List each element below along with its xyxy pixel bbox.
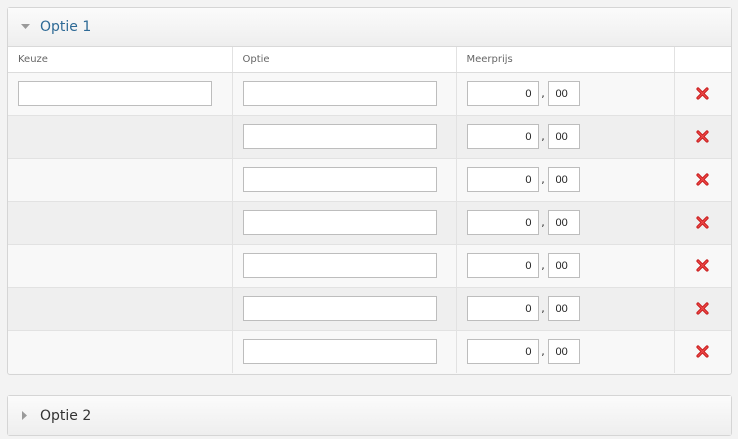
keuze-cell bbox=[8, 287, 233, 331]
option-panel-1: Optie 1 Keuze Optie Meerprijs ,,,,,,, bbox=[7, 7, 732, 375]
price-whole-input[interactable] bbox=[466, 210, 539, 235]
price-cents-input[interactable] bbox=[547, 339, 580, 365]
keuze-cell bbox=[8, 244, 233, 288]
meerprijs-cell: , bbox=[456, 287, 675, 331]
table-header-row: Keuze Optie Meerprijs bbox=[8, 47, 731, 73]
price-group: , bbox=[466, 167, 674, 192]
delete-x-icon[interactable] bbox=[696, 259, 709, 272]
column-header-actions bbox=[674, 47, 731, 73]
price-whole-input[interactable] bbox=[466, 81, 539, 106]
decimal-separator: , bbox=[541, 345, 545, 359]
meerprijs-cell: , bbox=[456, 72, 675, 116]
keuze-cell bbox=[8, 72, 233, 116]
caret-down-icon[interactable] bbox=[20, 22, 30, 32]
panel-header-optie-1[interactable]: Optie 1 bbox=[8, 8, 731, 47]
table-row: , bbox=[8, 115, 732, 159]
panel-title: Optie 1 bbox=[40, 19, 92, 35]
delete-row-button[interactable] bbox=[675, 345, 732, 358]
keuze-cell bbox=[8, 330, 233, 373]
optie-input[interactable] bbox=[242, 253, 437, 278]
price-group: , bbox=[466, 296, 674, 321]
price-group: , bbox=[466, 253, 674, 278]
decimal-separator: , bbox=[541, 173, 545, 186]
optie-input[interactable] bbox=[242, 124, 437, 149]
table-row: , bbox=[8, 158, 732, 202]
actions-cell bbox=[674, 115, 732, 159]
meerprijs-cell: , bbox=[456, 158, 675, 202]
price-cents-input[interactable] bbox=[547, 167, 580, 192]
optie-cell bbox=[232, 330, 457, 373]
price-group: , bbox=[466, 339, 674, 365]
price-whole-input[interactable] bbox=[466, 124, 539, 149]
panel-header-optie-2[interactable]: Optie 2 bbox=[8, 396, 731, 435]
options-table: Keuze Optie Meerprijs ,,,,,,, bbox=[8, 47, 731, 373]
delete-row-button[interactable] bbox=[675, 216, 732, 229]
optie-cell bbox=[232, 115, 457, 159]
table-row: , bbox=[8, 244, 732, 288]
keuze-cell bbox=[8, 158, 233, 202]
optie-cell bbox=[232, 158, 457, 202]
actions-cell bbox=[674, 287, 732, 331]
price-group: , bbox=[466, 81, 674, 106]
caret-right-icon[interactable] bbox=[20, 411, 30, 421]
actions-cell bbox=[674, 244, 732, 288]
delete-row-button[interactable] bbox=[675, 173, 732, 186]
keuze-cell bbox=[8, 201, 233, 245]
price-cents-input[interactable] bbox=[547, 210, 580, 235]
optie-input[interactable] bbox=[242, 339, 437, 365]
delete-row-button[interactable] bbox=[675, 259, 732, 272]
price-cents-input[interactable] bbox=[547, 81, 580, 106]
optie-cell bbox=[232, 72, 457, 116]
delete-x-icon[interactable] bbox=[696, 87, 709, 100]
keuze-cell bbox=[8, 115, 233, 159]
price-whole-input[interactable] bbox=[466, 296, 539, 321]
table-row: , bbox=[8, 201, 732, 245]
optie-input[interactable] bbox=[242, 210, 437, 235]
decimal-separator: , bbox=[541, 216, 545, 229]
delete-x-icon[interactable] bbox=[696, 302, 709, 315]
meerprijs-cell: , bbox=[456, 330, 675, 373]
price-cents-input[interactable] bbox=[547, 296, 580, 321]
table-row: , bbox=[8, 287, 732, 331]
delete-row-button[interactable] bbox=[675, 130, 732, 143]
panel-title: Optie 2 bbox=[40, 407, 92, 424]
option-panel-2: Optie 2 bbox=[7, 395, 732, 436]
decimal-separator: , bbox=[541, 130, 545, 143]
column-header-optie: Optie bbox=[232, 47, 457, 73]
decimal-separator: , bbox=[541, 302, 545, 315]
price-group: , bbox=[466, 124, 674, 149]
price-cents-input[interactable] bbox=[547, 124, 580, 149]
price-whole-input[interactable] bbox=[466, 167, 539, 192]
meerprijs-cell: , bbox=[456, 115, 675, 159]
table-row: , bbox=[8, 72, 732, 116]
decimal-separator: , bbox=[541, 259, 545, 272]
optie-input[interactable] bbox=[242, 81, 437, 106]
optie-input[interactable] bbox=[242, 167, 437, 192]
keuze-input[interactable] bbox=[18, 81, 212, 106]
decimal-separator: , bbox=[541, 87, 545, 100]
actions-cell bbox=[674, 72, 732, 116]
optie-cell bbox=[232, 287, 457, 331]
delete-x-icon[interactable] bbox=[696, 130, 709, 143]
delete-x-icon[interactable] bbox=[696, 173, 709, 186]
meerprijs-cell: , bbox=[456, 244, 675, 288]
column-header-keuze: Keuze bbox=[8, 47, 233, 73]
price-group: , bbox=[466, 210, 674, 235]
column-header-meerprijs: Meerprijs bbox=[456, 47, 675, 73]
delete-x-icon[interactable] bbox=[696, 345, 709, 358]
actions-cell bbox=[674, 158, 732, 202]
optie-input[interactable] bbox=[242, 296, 437, 321]
meerprijs-cell: , bbox=[456, 201, 675, 245]
delete-x-icon[interactable] bbox=[696, 216, 709, 229]
delete-row-button[interactable] bbox=[675, 87, 732, 100]
delete-row-button[interactable] bbox=[675, 302, 732, 315]
price-cents-input[interactable] bbox=[547, 253, 580, 278]
actions-cell bbox=[674, 330, 731, 373]
optie-cell bbox=[232, 244, 457, 288]
price-whole-input[interactable] bbox=[466, 339, 539, 365]
actions-cell bbox=[674, 201, 732, 245]
optie-cell bbox=[232, 201, 457, 245]
table-row: , bbox=[8, 330, 731, 373]
price-whole-input[interactable] bbox=[466, 253, 539, 278]
